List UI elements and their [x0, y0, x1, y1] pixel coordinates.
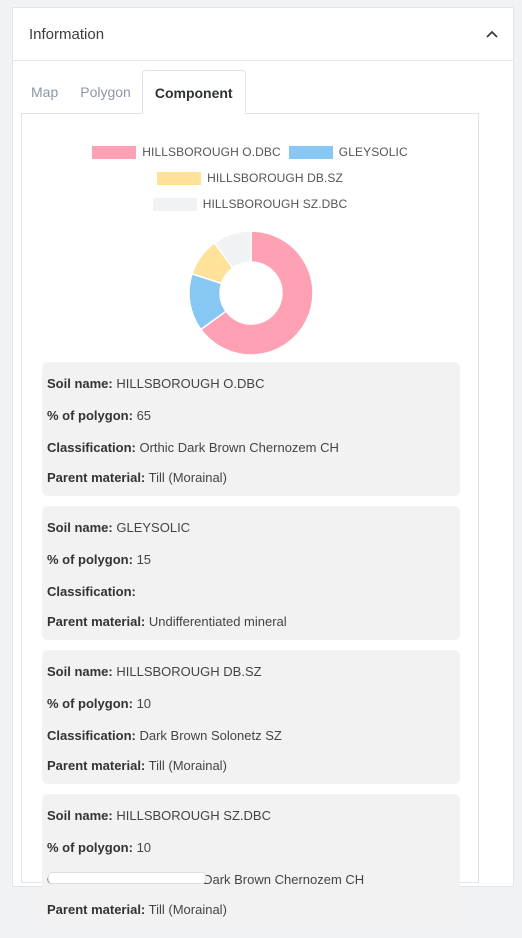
percent-label: % of polygon: — [47, 696, 133, 711]
soil-name-label: Soil name: — [47, 808, 113, 823]
soil-name-row: Soil name: HILLSBOROUGH SZ.DBC — [47, 800, 455, 832]
classification-row: Classification: Dark Brown Solonetz SZ — [47, 720, 455, 752]
classification-row: Classification: — [47, 576, 455, 608]
classification-value: Orthic Dark Brown Chernozem CH — [139, 440, 339, 455]
soil-name-row: Soil name: HILLSBOROUGH DB.SZ — [47, 656, 455, 688]
soil-name-value: GLEYSOLIC — [116, 520, 191, 535]
tab-bar: Map Polygon Component — [20, 68, 502, 114]
chevron-up-icon[interactable] — [485, 27, 499, 41]
parent-material-label: Parent material: — [47, 470, 146, 485]
classification-label: Classification: — [47, 728, 136, 743]
percent-label: % of polygon: — [47, 408, 133, 423]
soil-name-label: Soil name: — [47, 376, 113, 391]
parent-material-value: Till (Morainal) — [148, 758, 227, 773]
partial-button[interactable] — [48, 872, 206, 884]
classification-value: Dark Brown Solonetz SZ — [139, 728, 282, 743]
soil-card: Soil name: HILLSBOROUGH SZ.DBC % of poly… — [42, 794, 460, 928]
panel-title: Information — [29, 25, 105, 43]
soil-components-list: Soil name: HILLSBOROUGH O.DBC % of polyg… — [42, 362, 460, 938]
parent-material-row: Parent material: Till (Morainal) — [47, 464, 455, 492]
percent-row: % of polygon: 65 — [47, 400, 455, 432]
parent-material-label: Parent material: — [47, 902, 146, 917]
legend-label: HILLSBOROUGH O.DBC — [142, 145, 281, 159]
soil-name-label: Soil name: — [47, 520, 113, 535]
soil-card: Soil name: GLEYSOLIC % of polygon: 15 Cl… — [42, 506, 460, 640]
legend-swatch — [92, 145, 137, 159]
classification-label: Classification: — [47, 584, 136, 599]
tab-map[interactable]: Map — [20, 70, 69, 114]
classification-label: Classification: — [47, 440, 136, 455]
component-tab-content: HILLSBOROUGH O.DBC GLEYSOLIC HILLSBOROUGH … — [21, 113, 479, 928]
panel-header[interactable]: Information — [13, 8, 513, 61]
classification-row: Classification: Orthic Dark Brown Cherno… — [47, 432, 455, 464]
soil-card: Soil name: HILLSBOROUGH O.DBC % of polyg… — [42, 362, 460, 496]
percent-label: % of polygon: — [47, 552, 133, 567]
legend-label: HILLSBOROUGH DB.SZ — [207, 171, 343, 185]
soil-card: Soil name: HILLSBOROUGH DB.SZ % of polyg… — [42, 650, 460, 784]
percent-row: % of polygon: 10 — [47, 688, 455, 720]
legend-item[interactable]: HILLSBOROUGH O.DBC — [92, 142, 281, 162]
soil-name-row: Soil name: HILLSBOROUGH O.DBC — [47, 368, 455, 400]
soil-name-value: HILLSBOROUGH O.DBC — [116, 376, 265, 391]
legend-item[interactable]: HILLSBOROUGH SZ.DBC — [152, 194, 348, 214]
soil-name-row: Soil name: GLEYSOLIC — [47, 512, 455, 544]
tab-component[interactable]: Component — [141, 70, 246, 114]
chart-legend: HILLSBOROUGH O.DBC GLEYSOLIC HILLSBOROUGH … — [22, 142, 478, 214]
parent-material-value: Till (Morainal) — [148, 470, 227, 485]
percent-label: % of polygon: — [47, 840, 133, 855]
percent-row: % of polygon: 15 — [47, 544, 455, 576]
legend-swatch — [288, 145, 333, 159]
soil-donut-chart — [188, 230, 314, 356]
legend-label: GLEYSOLIC — [338, 145, 408, 159]
percent-value: 10 — [136, 840, 152, 855]
parent-material-value: Undifferentiated mineral — [148, 614, 287, 629]
legend-item[interactable]: HILLSBOROUGH DB.SZ — [157, 168, 343, 188]
legend-swatch — [157, 171, 202, 185]
soil-name-value: HILLSBOROUGH SZ.DBC — [116, 808, 271, 823]
parent-material-row: Parent material: Undifferentiated minera… — [47, 608, 455, 636]
parent-material-label: Parent material: — [47, 614, 146, 629]
tab-polygon[interactable]: Polygon — [69, 70, 142, 114]
percent-value: 65 — [136, 408, 152, 423]
parent-material-value: Till (Morainal) — [148, 902, 227, 917]
legend-item[interactable]: GLEYSOLIC — [288, 142, 408, 162]
parent-material-label: Parent material: — [47, 758, 146, 773]
soil-name-value: HILLSBOROUGH DB.SZ — [116, 664, 262, 679]
legend-label: HILLSBOROUGH SZ.DBC — [202, 197, 348, 211]
parent-material-row: Parent material: Till (Morainal) — [47, 896, 455, 924]
legend-swatch — [152, 197, 197, 211]
percent-row: % of polygon: 10 — [47, 832, 455, 864]
parent-material-row: Parent material: Till (Morainal) — [47, 752, 455, 780]
percent-value: 10 — [136, 696, 152, 711]
percent-value: 15 — [136, 552, 152, 567]
soil-name-label: Soil name: — [47, 664, 113, 679]
